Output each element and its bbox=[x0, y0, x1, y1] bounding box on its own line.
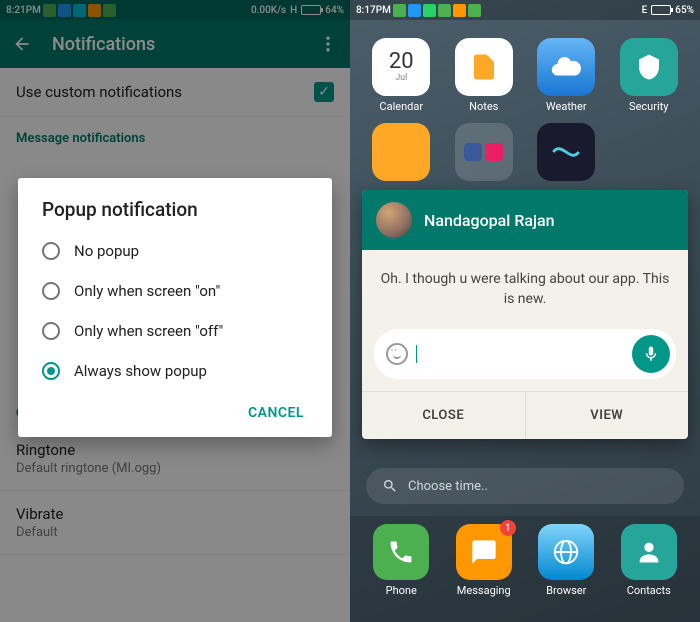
app-phone[interactable]: Phone bbox=[360, 524, 443, 612]
swiftkey-icon bbox=[537, 123, 595, 181]
app-messaging[interactable]: 1 Messaging bbox=[443, 524, 526, 612]
radio-unchecked-icon bbox=[42, 322, 60, 340]
app-label: Calendar bbox=[379, 100, 423, 113]
radio-option-screen-off[interactable]: Only when screen "off" bbox=[18, 311, 332, 351]
search-placeholder: Choose time.. bbox=[408, 479, 488, 494]
close-button[interactable]: CLOSE bbox=[362, 392, 526, 439]
avatar bbox=[376, 202, 412, 238]
app-weather[interactable]: Weather bbox=[525, 38, 608, 113]
status-bar: 8:17PM E 65% bbox=[350, 0, 700, 20]
app-contacts[interactable]: Contacts bbox=[608, 524, 691, 612]
phone-left: 8:21PM 0.00K/s H 64% Notifications Use c… bbox=[0, 0, 350, 622]
cancel-button[interactable]: CANCEL bbox=[236, 397, 316, 429]
dock: Phone 1 Messaging Browser Contacts bbox=[350, 516, 700, 622]
notes-icon bbox=[455, 38, 513, 96]
emoji-icon[interactable] bbox=[386, 343, 408, 365]
app-label: Browser bbox=[546, 584, 586, 597]
radio-label: Always show popup bbox=[74, 362, 207, 380]
radio-unchecked-icon bbox=[42, 282, 60, 300]
app-calendar[interactable]: 20 Jul Calendar bbox=[360, 38, 443, 113]
battery-icon bbox=[651, 5, 671, 15]
radio-label: No popup bbox=[74, 242, 139, 260]
radio-unchecked-icon bbox=[42, 242, 60, 260]
app-notes[interactable]: Notes bbox=[443, 38, 526, 113]
reply-input[interactable] bbox=[425, 346, 624, 362]
radio-label: Only when screen "off" bbox=[74, 322, 223, 340]
weather-icon bbox=[537, 38, 595, 96]
phone-right: 8:17PM E 65% 20 Jul Calendar Notes bbox=[350, 0, 700, 622]
contact-name: Nandagopal Rajan bbox=[424, 211, 555, 230]
status-time: 8:17PM bbox=[356, 5, 391, 16]
app-label: Security bbox=[629, 100, 668, 113]
mic-button[interactable] bbox=[632, 335, 670, 373]
app-keyboard[interactable] bbox=[525, 123, 608, 181]
app-file-manager[interactable] bbox=[360, 123, 443, 181]
popup-header[interactable]: Nandagopal Rajan bbox=[362, 190, 688, 250]
status-indicator bbox=[408, 4, 421, 17]
popup-notification-dialog: Popup notification No popup Only when sc… bbox=[18, 178, 332, 437]
app-games-folder[interactable] bbox=[443, 123, 526, 181]
home-grid: 20 Jul Calendar Notes Weather Security bbox=[350, 20, 700, 181]
messaging-icon: 1 bbox=[456, 524, 512, 580]
radio-label: Only when screen "on" bbox=[74, 282, 220, 300]
radio-checked-icon bbox=[42, 362, 60, 380]
radio-option-no-popup[interactable]: No popup bbox=[18, 231, 332, 271]
app-security[interactable]: Security bbox=[608, 38, 691, 113]
text-cursor bbox=[416, 345, 417, 363]
app-label: Messaging bbox=[457, 584, 511, 597]
status-indicator bbox=[453, 4, 466, 17]
whatsapp-popup: Nandagopal Rajan Oh. I though u were tal… bbox=[362, 190, 688, 439]
contacts-icon bbox=[621, 524, 677, 580]
phone-icon bbox=[373, 524, 429, 580]
status-signal: E bbox=[642, 5, 648, 16]
status-indicator bbox=[423, 4, 436, 17]
status-indicator bbox=[468, 4, 481, 17]
search-icon bbox=[382, 478, 398, 494]
message-text: Oh. I though u were talking about our ap… bbox=[362, 250, 688, 329]
mic-icon bbox=[642, 345, 660, 363]
notification-badge: 1 bbox=[500, 520, 516, 536]
shield-icon bbox=[620, 38, 678, 96]
folder-icon bbox=[372, 123, 430, 181]
games-folder-icon bbox=[455, 123, 513, 181]
radio-option-always[interactable]: Always show popup bbox=[18, 351, 332, 391]
status-indicator bbox=[438, 4, 451, 17]
status-battery: 65% bbox=[675, 5, 694, 16]
reply-input-container bbox=[374, 329, 676, 379]
status-indicator bbox=[393, 4, 406, 17]
calendar-icon: 20 Jul bbox=[372, 38, 430, 96]
globe-icon bbox=[538, 524, 594, 580]
popup-actions: CLOSE VIEW bbox=[362, 391, 688, 439]
radio-option-screen-on[interactable]: Only when screen "on" bbox=[18, 271, 332, 311]
app-label: Notes bbox=[469, 100, 498, 113]
app-label: Weather bbox=[546, 100, 587, 113]
app-browser[interactable]: Browser bbox=[525, 524, 608, 612]
app-label: Phone bbox=[386, 584, 417, 597]
app-label: Contacts bbox=[627, 584, 671, 597]
search-bar[interactable]: Choose time.. bbox=[366, 468, 684, 504]
dialog-title: Popup notification bbox=[18, 198, 332, 231]
view-button[interactable]: VIEW bbox=[526, 392, 689, 439]
